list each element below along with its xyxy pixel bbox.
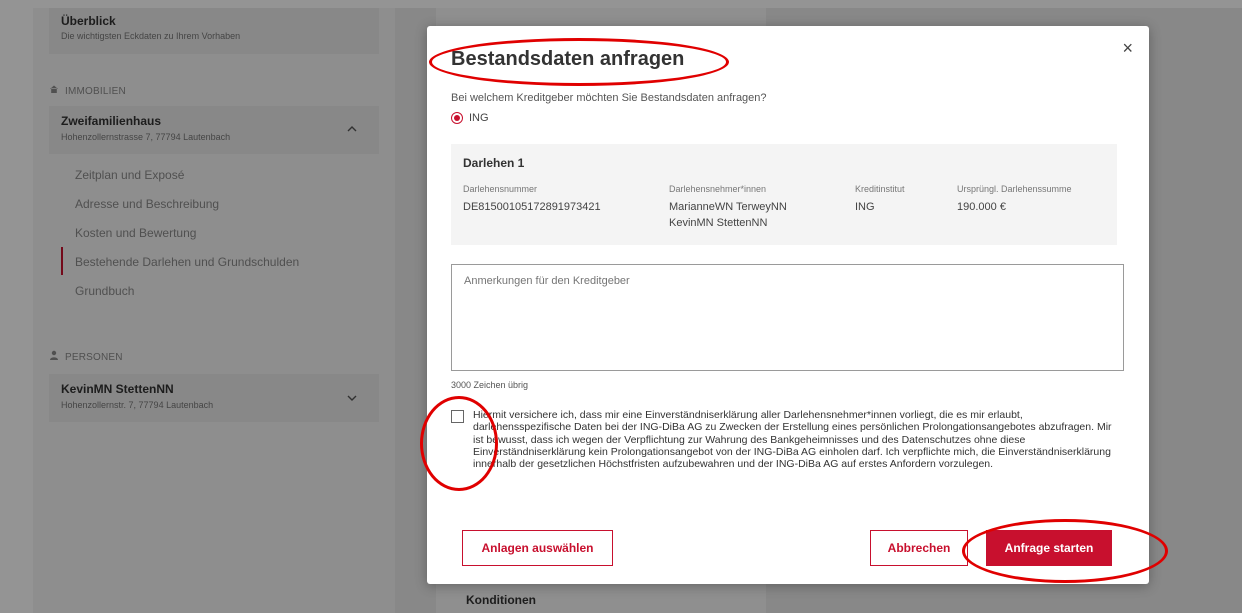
loan-number-column: Darlehensnummer DE81500105172891973421 bbox=[463, 184, 601, 215]
lender-question: Bei welchem Kreditgeber möchten Sie Best… bbox=[451, 92, 767, 104]
consent-text: Hiermit versichere ich, dass mir eine Ei… bbox=[473, 409, 1112, 471]
institution-column: Kreditinstitut ING bbox=[855, 184, 905, 215]
institution-value: ING bbox=[855, 201, 875, 213]
original-amount-value: 190.000 € bbox=[957, 201, 1006, 213]
borrowers-header: Darlehensnehmer*innen bbox=[669, 184, 767, 194]
lender-radio-option[interactable]: ING bbox=[451, 112, 489, 124]
borrower-1: MarianneWN TerweyNN bbox=[669, 201, 787, 213]
loan-number-header: Darlehensnummer bbox=[463, 184, 538, 194]
loan-summary-card: Darlehen 1 Darlehensnummer DE81500105172… bbox=[451, 144, 1117, 245]
cancel-button[interactable]: Abbrechen bbox=[870, 530, 968, 566]
institution-header: Kreditinstitut bbox=[855, 184, 905, 194]
request-data-modal: × Bestandsdaten anfragen Bei welchem Kre… bbox=[427, 26, 1149, 584]
radio-selected-icon[interactable] bbox=[451, 112, 463, 124]
char-counter: 3000 Zeichen übrig bbox=[451, 380, 529, 390]
close-icon[interactable]: × bbox=[1122, 38, 1133, 59]
annotation-ellipse-submit bbox=[962, 519, 1168, 583]
loan-number-value: DE81500105172891973421 bbox=[463, 201, 601, 213]
annotation-ellipse-checkbox bbox=[420, 396, 498, 491]
remarks-textarea[interactable] bbox=[451, 264, 1124, 371]
lender-radio-label: ING bbox=[469, 112, 489, 124]
loan-title: Darlehen 1 bbox=[463, 156, 525, 170]
select-attachments-button[interactable]: Anlagen auswählen bbox=[462, 530, 613, 566]
original-amount-header: Ursprüngl. Darlehenssumme bbox=[957, 184, 1072, 194]
borrower-2: KevinMN StettenNN bbox=[669, 217, 768, 229]
original-amount-column: Ursprüngl. Darlehenssumme 190.000 € bbox=[957, 184, 1072, 215]
borrowers-column: Darlehensnehmer*innen MarianneWN TerweyN… bbox=[669, 184, 787, 231]
annotation-ellipse-title bbox=[429, 38, 729, 86]
